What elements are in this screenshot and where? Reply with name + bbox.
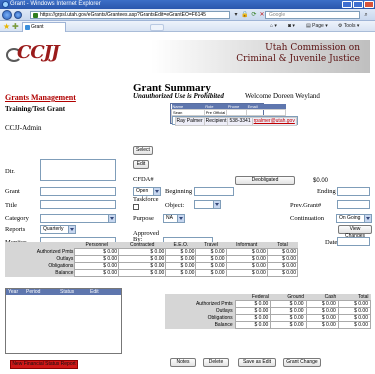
new-financial-report-button[interactable]: New Financial Status Report — [10, 360, 78, 369]
title-field[interactable] — [40, 200, 116, 209]
back-button[interactable] — [2, 10, 12, 20]
window-titlebar: Grant - Windows Internet Explorer — [0, 0, 375, 9]
amount-value: $0.00 — [313, 178, 329, 184]
grants-management-link[interactable]: Grants Management — [5, 93, 76, 102]
contact-row[interactable]: Sean Pre Official — [171, 109, 287, 116]
window-title: Grant - Windows Internet Explorer — [10, 1, 101, 7]
grant-label: Grant — [5, 188, 20, 195]
admin-label: CCJJ-Admin — [5, 124, 42, 132]
ie-logo-icon — [2, 1, 9, 8]
window-controls — [342, 1, 374, 8]
home-icon[interactable]: ⌂ ▾ — [270, 23, 277, 30]
page-menu[interactable]: ▤ Page ▾ — [306, 23, 328, 30]
agency-name: Utah Commission on Criminal & Juvenile J… — [236, 43, 360, 64]
ending-label: Ending — [317, 188, 336, 195]
contact-row[interactable]: Ray Palmer Recipient 538-3341 rpalmer@ut… — [171, 116, 298, 126]
select-button[interactable]: Select — [133, 146, 153, 155]
status-select[interactable]: Open — [133, 187, 161, 196]
table-row: Authorized Pmts $ 0.00 $ 0.00 $ 0.00 $ 0… — [165, 300, 372, 308]
reports-select[interactable]: Quarterly — [40, 225, 76, 234]
category-label: Category — [5, 215, 29, 222]
object-label: Object: — [165, 202, 185, 209]
period-list: Year Period Status Edit — [5, 288, 122, 354]
category-select[interactable] — [40, 214, 116, 223]
save-as-edit-button[interactable]: Save as Edit — [238, 358, 276, 367]
welcome-text: Welcome Doreen Weyland — [245, 92, 320, 100]
table-row: Balance $ 0.00 $ 0.00 $ 0.00 $ 0.00 — [165, 321, 372, 329]
tools-menu[interactable]: ⚙ Tools ▾ — [338, 23, 359, 30]
search-placeholder: Google — [269, 12, 286, 18]
taskforce-checkbox[interactable] — [133, 204, 139, 210]
search-input[interactable]: Google — [265, 11, 360, 19]
new-tab-button[interactable] — [150, 24, 164, 31]
header-banner: CCJJ Utah Commission on Criminal & Juven… — [5, 40, 370, 73]
dir-textarea[interactable] — [40, 159, 116, 181]
date-label: Date — [325, 239, 338, 246]
tab-grant[interactable]: Grant — [22, 22, 66, 32]
refresh-icon[interactable]: ⟳ — [250, 11, 258, 19]
table-row: Obligations $ 0.00 $ 0.00 $ 0.00 $ 0.00 … — [5, 262, 299, 270]
grant-change-button[interactable]: Grant Change — [283, 358, 321, 367]
beginning-date-field[interactable] — [194, 187, 234, 196]
delete-button[interactable]: Delete — [203, 358, 229, 367]
beginning-label: Beginning — [165, 188, 193, 195]
close-button[interactable] — [364, 1, 374, 8]
email-link[interactable]: rpalmer@utah.gov — [251, 117, 297, 126]
table-row: Outlays $ 0.00 $ 0.00 $ 0.00 $ 0.00 $ 0.… — [5, 255, 299, 263]
page-icon — [25, 25, 30, 30]
lock-icon[interactable]: 🔒 — [241, 11, 249, 19]
purpose-label: Purpose — [133, 215, 154, 222]
prevgrant-field[interactable] — [337, 200, 370, 209]
unauthorized-notice: Unauthorized Use is Prohibited — [133, 92, 224, 100]
continuation-label: Continuation — [290, 215, 324, 222]
cfda-label: CFDA# — [133, 176, 154, 183]
object-select[interactable] — [194, 200, 221, 209]
dropdown-arrow-icon[interactable]: ▾ — [232, 11, 240, 19]
page-content: CCJJ Utah Commission on Criminal & Juven… — [0, 32, 375, 374]
notes-button[interactable]: Notes — [170, 358, 196, 367]
search-icon[interactable]: ⌕ — [362, 11, 370, 19]
grant-name: Training/Test Grant — [5, 105, 66, 113]
taskforce-label: Taskforce — [133, 196, 159, 203]
title-label: Title — [5, 202, 18, 209]
dir-label: Dir. — [5, 168, 15, 175]
date-field[interactable] — [337, 237, 370, 246]
tab-label: Grant — [31, 24, 44, 30]
table-row: Outlays $ 0.00 $ 0.00 $ 0.00 $ 0.00 — [165, 307, 372, 315]
address-bar: https://grpsl.utah.gov/eGrants/Grantees.… — [0, 9, 375, 21]
edit-button[interactable]: Edit — [133, 160, 149, 169]
favorites-bar: ★ ✚ Grant ⌂ ▾ ◙ ▾ ▤ Page ▾ ⚙ Tools ▾ — [0, 21, 375, 32]
add-favorites-icon[interactable]: ✚ — [12, 22, 19, 31]
grant-field[interactable] — [40, 187, 116, 196]
url-text: https://grpsl.utah.gov/eGrants/Grantees.… — [40, 12, 206, 18]
table-row: Balance $ 0.00 $ 0.00 $ 0.00 $ 0.00 $ 0.… — [5, 269, 299, 277]
minimize-button[interactable] — [342, 1, 352, 8]
maximize-button[interactable] — [353, 1, 363, 8]
funding-table: Federal Ground Cash Total Authorized Pmt… — [165, 294, 372, 329]
period-header: Year Period Status Edit — [6, 289, 121, 295]
forward-button[interactable] — [14, 11, 22, 19]
table-row: Obligations $ 0.00 $ 0.00 $ 0.00 $ 0.00 — [165, 314, 372, 322]
financial-table: Personnel Contracted E.E.O. Travel Infor… — [5, 242, 299, 277]
contacts-table: Name Role Phone Email Sean Pre Official … — [170, 103, 298, 126]
reports-label: Reports — [5, 226, 26, 233]
purpose-select[interactable]: NA — [163, 214, 185, 223]
url-field[interactable]: https://grpsl.utah.gov/eGrants/Grantees.… — [30, 11, 230, 19]
deobligated-button[interactable]: Deobligated — [235, 176, 295, 185]
table-row: Authorized Pmts $ 0.00 $ 0.00 $ 0.00 $ 0… — [5, 248, 299, 256]
ccjj-logo: CCJJ — [17, 42, 60, 63]
ending-date-field[interactable] — [337, 187, 370, 196]
lock-icon — [33, 13, 38, 18]
continuation-select[interactable]: On Going — [336, 214, 372, 223]
feeds-icon[interactable]: ◙ ▾ — [288, 23, 295, 30]
view-changes-button[interactable]: View Changes — [338, 225, 372, 239]
prevgrant-label: Prev.Grant# — [290, 202, 322, 209]
favorites-star-icon[interactable]: ★ — [3, 22, 10, 31]
